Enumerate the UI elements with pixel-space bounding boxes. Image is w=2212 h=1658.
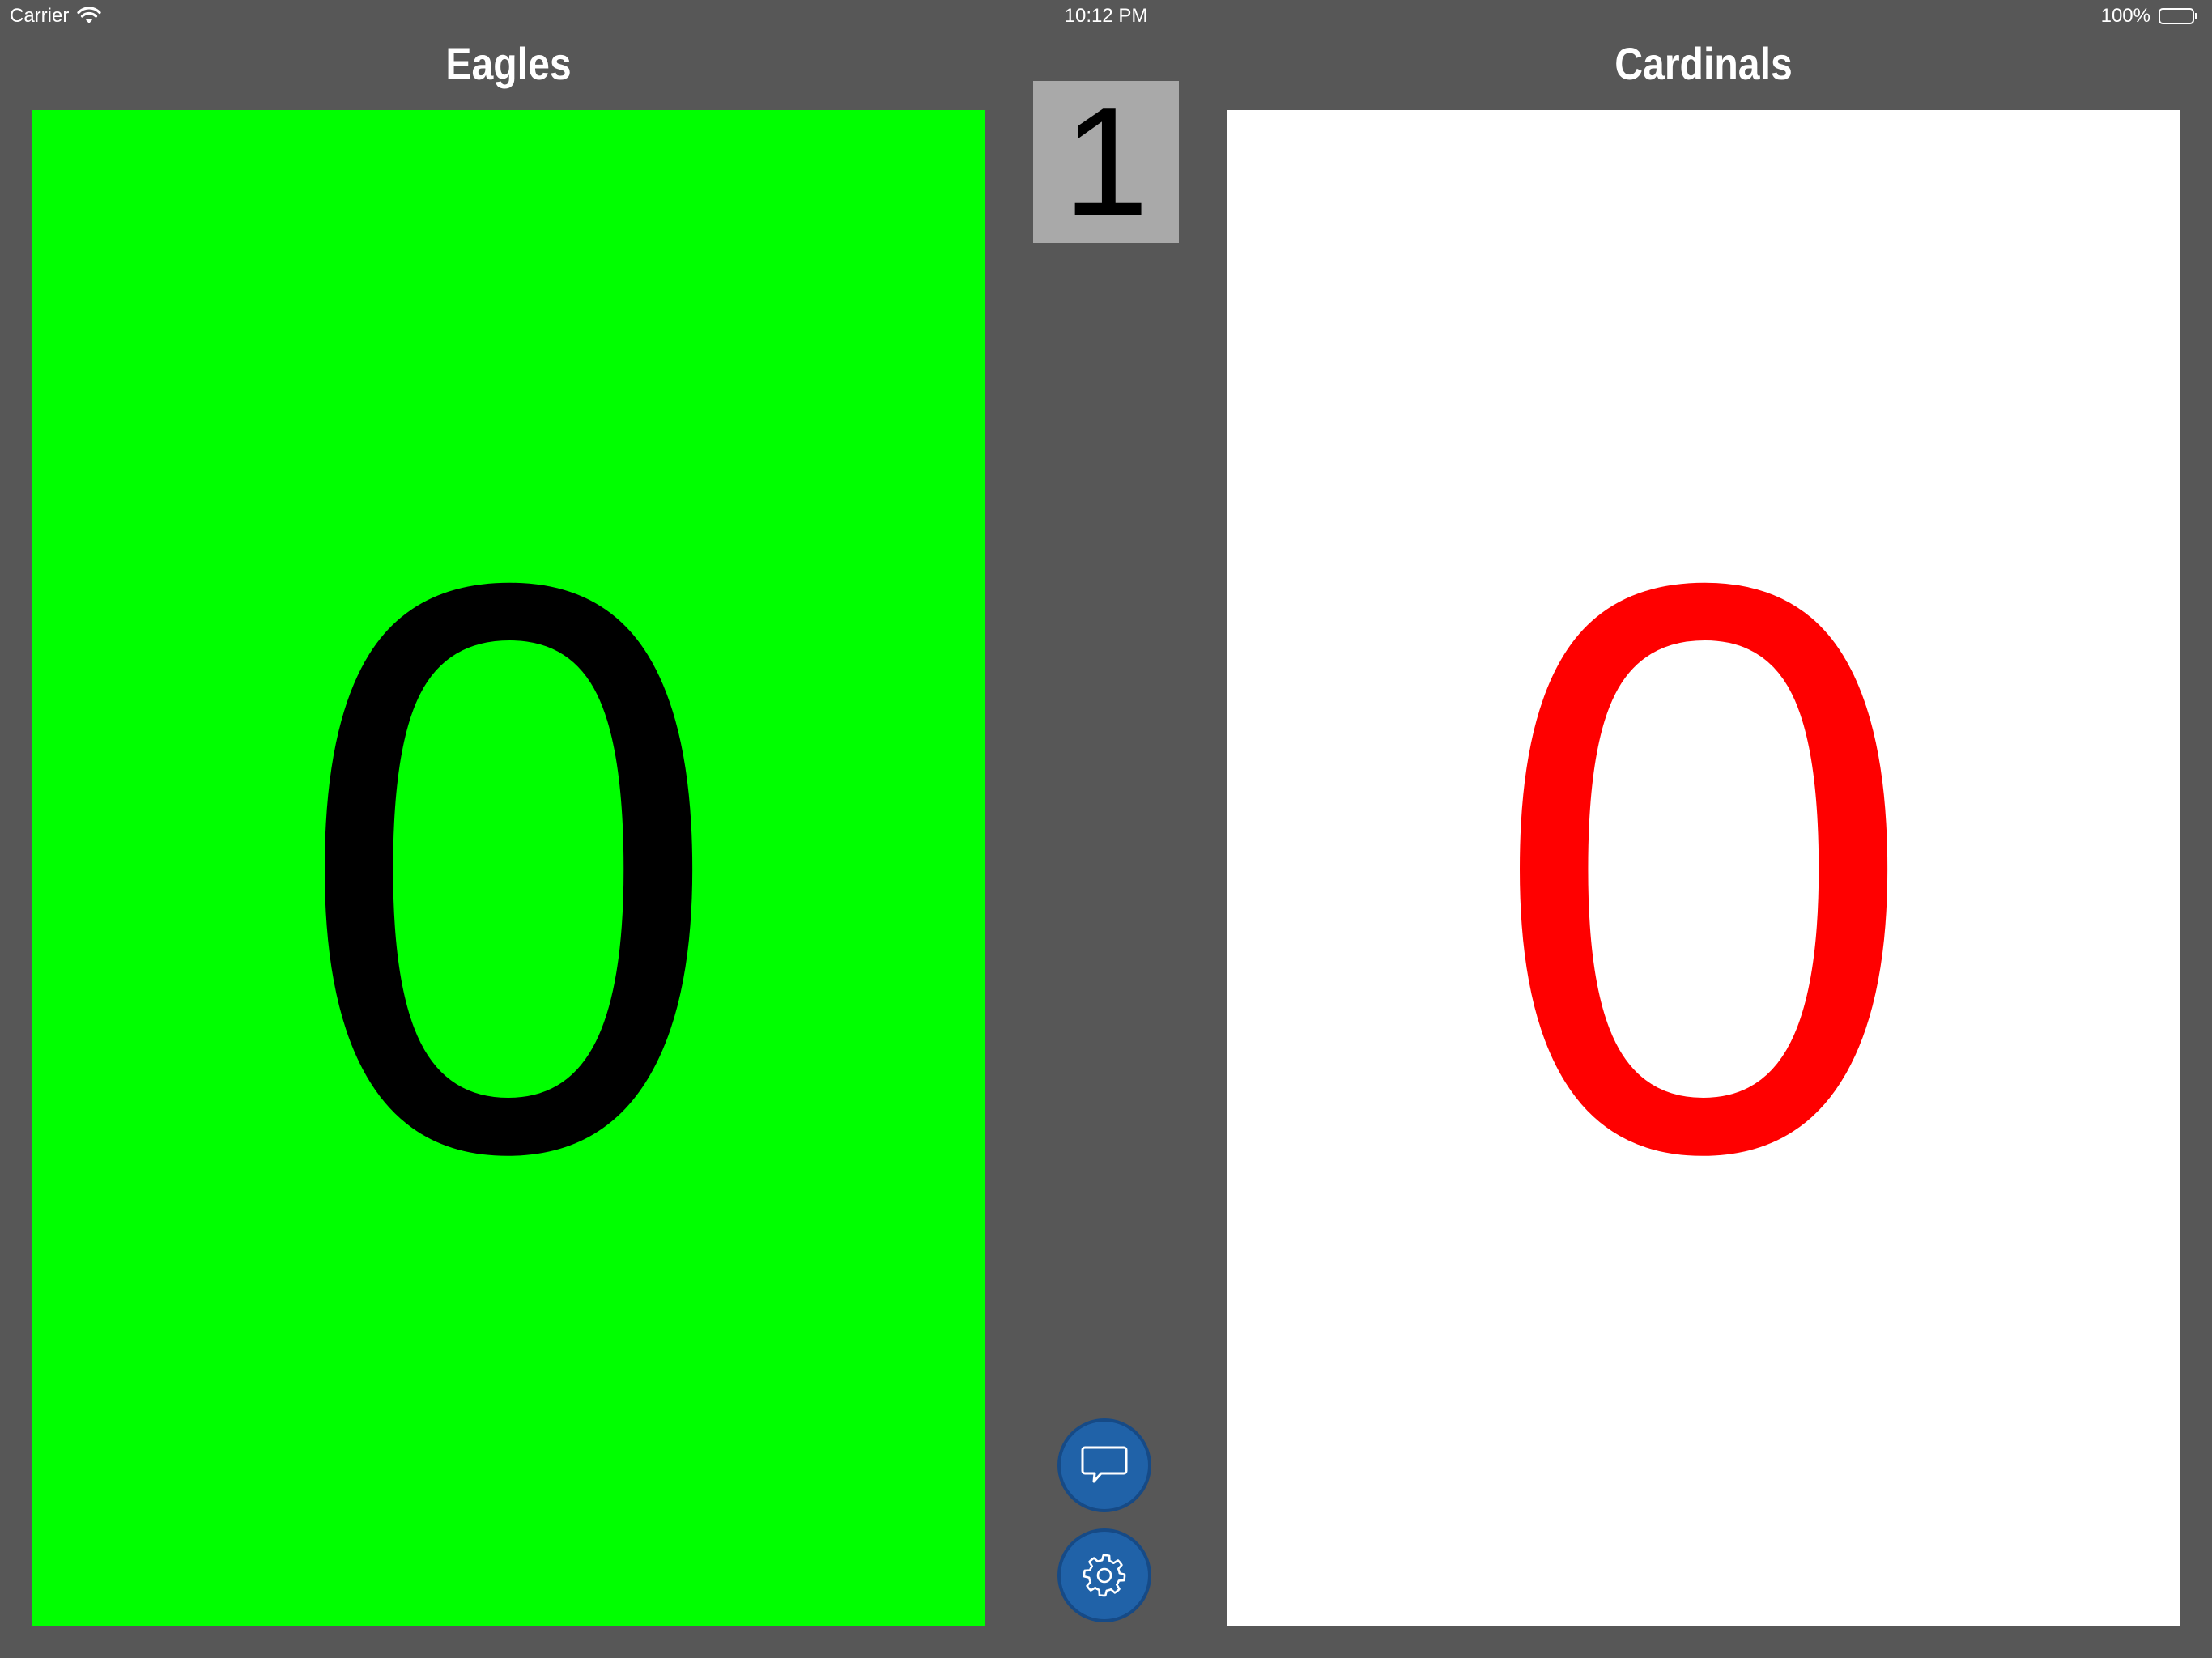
period-counter[interactable]: 1	[1033, 81, 1179, 243]
left-score-panel[interactable]: 0	[32, 110, 985, 1626]
battery-icon	[2159, 8, 2197, 24]
chat-bubble-icon	[1080, 1444, 1129, 1486]
left-team-name[interactable]: Eagles	[99, 36, 917, 92]
settings-button[interactable]	[1057, 1528, 1151, 1622]
gear-icon	[1079, 1550, 1129, 1601]
right-team-name[interactable]: Cardinals	[1294, 36, 2112, 92]
right-score: 0	[1489, 415, 1918, 1320]
status-right: 100%	[2101, 5, 2197, 28]
status-time: 10:12 PM	[1064, 5, 1148, 27]
period-value: 1	[1063, 76, 1149, 248]
battery-percent: 100%	[2100, 5, 2150, 27]
chat-button[interactable]	[1057, 1418, 1151, 1512]
status-bar: Carrier 10:12 PM 100%	[0, 0, 2212, 32]
right-score-panel[interactable]: 0	[1227, 110, 2180, 1626]
left-score: 0	[294, 415, 723, 1320]
scoreboard-screen: Carrier 10:12 PM 100% Eagles Cardinals 0…	[0, 0, 2212, 1658]
